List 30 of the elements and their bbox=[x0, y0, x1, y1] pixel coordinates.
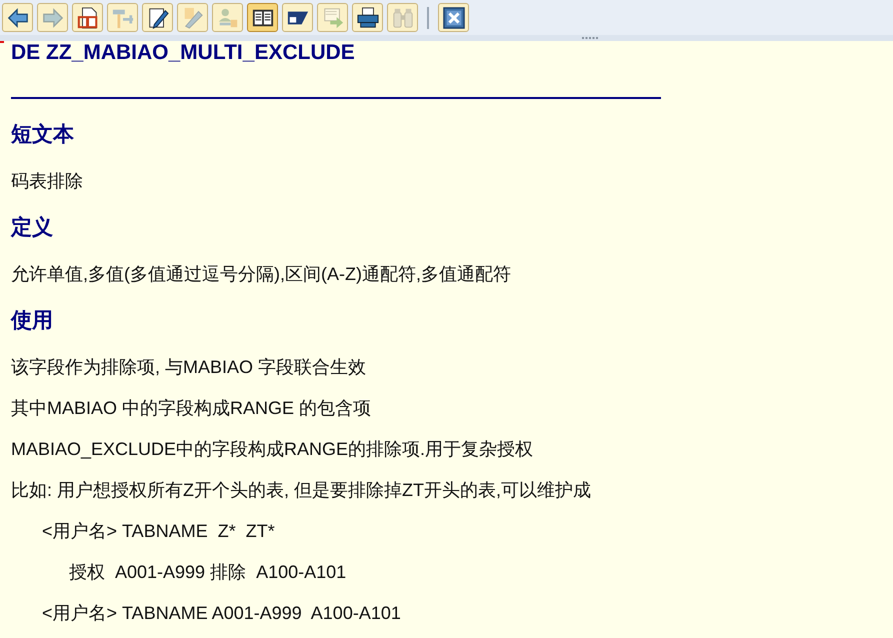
example-line: <用户名> TABNAME Z* ZT* bbox=[42, 520, 275, 543]
change-button[interactable] bbox=[142, 3, 173, 32]
arrow-left-icon bbox=[6, 6, 28, 28]
body-text: 比如: 用户想授权所有Z开个头的表, 但是要排除掉ZT开头的表,可以维护成 bbox=[11, 479, 591, 502]
layout-button[interactable] bbox=[282, 3, 313, 32]
arrow-right-icon bbox=[42, 6, 64, 28]
display-button[interactable] bbox=[72, 3, 103, 32]
close-icon bbox=[442, 6, 464, 28]
document-book-icon bbox=[76, 6, 98, 28]
printer-icon bbox=[356, 6, 378, 28]
body-text: 其中MABIAO 中的字段构成RANGE 的包含项 bbox=[11, 397, 372, 420]
section-heading: 使用 bbox=[11, 306, 53, 334]
document-title: DE ZZ_MABIAO_MULTI_EXCLUDE bbox=[11, 41, 355, 65]
example-line: <用户名> TABNAME A001-A999 A100-A101 bbox=[42, 602, 401, 625]
section-heading: 短文本 bbox=[11, 120, 74, 148]
body-text: 允许单值,多值(多值通过逗号分隔),区间(A-Z)通配符,多值通配符 bbox=[11, 263, 511, 286]
close-button[interactable] bbox=[438, 3, 469, 32]
body-text: MABIAO_EXCLUDE中的字段构成RANGE的排除项.用于复杂授权 bbox=[11, 438, 534, 461]
document-arrow-icon bbox=[322, 6, 344, 28]
binoculars-icon bbox=[392, 6, 414, 28]
margin-mark bbox=[0, 41, 4, 43]
example-line: 授权 A001-A999 排除 A100-A101 bbox=[69, 561, 346, 584]
section-heading: 定义 bbox=[11, 213, 53, 241]
person-key-icon bbox=[216, 6, 238, 28]
body-text: 码表排除 bbox=[11, 170, 83, 193]
documentation-button[interactable] bbox=[247, 3, 278, 32]
body-text: 该字段作为排除项, 与MABIAO 字段联合生效 bbox=[11, 356, 366, 379]
back-button[interactable] bbox=[2, 3, 33, 32]
print-button[interactable] bbox=[352, 3, 383, 32]
pencil-document-icon bbox=[146, 6, 168, 28]
